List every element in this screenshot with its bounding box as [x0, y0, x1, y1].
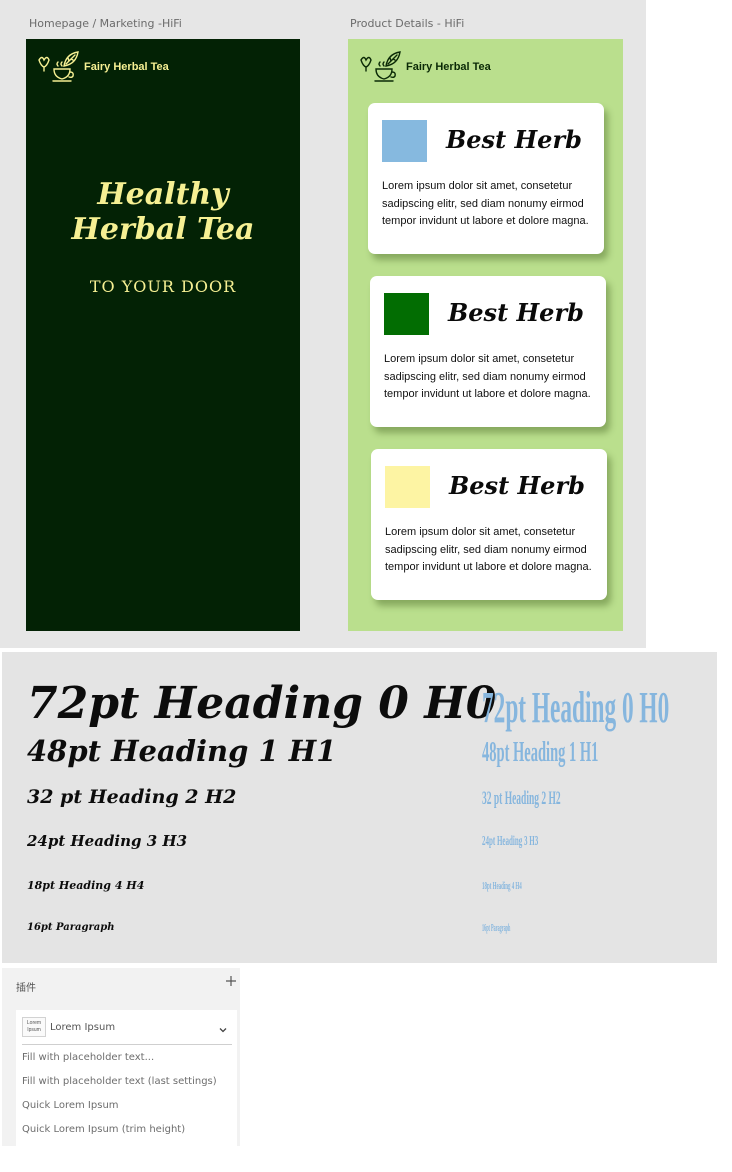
hero-headline-line1: Healthy — [97, 177, 229, 212]
plugins-panel: 插件 Lorem Ipsum Lorem Ipsum Fill with pla… — [2, 968, 240, 1146]
plugin-command-fill[interactable]: Fill with placeholder text... — [22, 1052, 154, 1063]
herb-card-description: Lorem ipsum dolor sit amet, consetetur s… — [382, 180, 589, 227]
herb-card[interactable]: Best Herb Lorem ipsum dolor sit amet, co… — [371, 449, 607, 600]
heading-h0-sample: 72pt Heading 0 H0 — [27, 678, 497, 729]
thumbnail-text-line2: Ipsum — [27, 1027, 41, 1033]
artboard-canvas: Homepage / Marketing -HiFi Product Detai… — [0, 0, 646, 648]
herb-card-title: Best Herb — [448, 298, 584, 327]
herb-card-title: Best Herb — [446, 125, 582, 154]
heading-h3-alt-sample: 24pt Heading 3 H3 — [482, 834, 539, 849]
herb-color-swatch — [384, 293, 429, 335]
herb-color-swatch — [382, 120, 427, 162]
divider — [22, 1044, 232, 1045]
plugin-command-quick-trim[interactable]: Quick Lorem Ipsum (trim height) — [22, 1124, 185, 1135]
heading-h4-alt-sample: 18pt Heading 4 H4 — [482, 880, 522, 892]
herbal-tea-cup-icon — [360, 51, 401, 82]
herb-card[interactable]: Best Herb Lorem ipsum dolor sit amet, co… — [370, 276, 606, 427]
herb-color-swatch — [385, 466, 430, 508]
lorem-ipsum-plugin-thumbnail: Lorem Ipsum — [22, 1017, 46, 1037]
herb-card-description: Lorem ipsum dolor sit amet, consetetur s… — [385, 526, 592, 573]
brand-header: Fairy Herbal Tea — [36, 51, 169, 83]
plugin-command-quick[interactable]: Quick Lorem Ipsum — [22, 1100, 119, 1111]
herbal-tea-cup-icon — [38, 51, 79, 82]
brand-header: Fairy Herbal Tea — [358, 51, 491, 83]
chevron-down-icon[interactable] — [218, 1022, 228, 1033]
heading-h2-alt-sample: 32 pt Heading 2 H2 — [482, 788, 561, 809]
herb-card[interactable]: Best Herb Lorem ipsum dolor sit amet, co… — [368, 103, 604, 254]
herb-card-title: Best Herb — [449, 471, 585, 500]
heading-h1-alt-sample: 48pt Heading 1 H1 — [482, 736, 599, 768]
brand-name: Fairy Herbal Tea — [406, 61, 491, 73]
paragraph-alt-sample: 16pt Paragraph — [482, 923, 511, 934]
heading-h2-sample: 32 pt Heading 2 H2 — [27, 786, 237, 808]
heading-h4-sample: 18pt Heading 4 H4 — [27, 879, 145, 892]
heading-h3-sample: 24pt Heading 3 H3 — [27, 832, 188, 850]
heading-h0-alt-sample: 72pt Heading 0 H0 — [482, 683, 670, 732]
plugins-panel-title: 插件 — [16, 983, 36, 994]
plus-icon[interactable] — [224, 974, 238, 988]
paragraph-sample: 16pt Paragraph — [27, 922, 115, 933]
hero-tagline: TO YOUR DOOR — [89, 277, 237, 296]
plugin-command-fill-last[interactable]: Fill with placeholder text (last setting… — [22, 1076, 217, 1087]
plugin-selector[interactable]: Lorem Ipsum Lorem Ipsum — [16, 1010, 237, 1044]
plugin-name: Lorem Ipsum — [50, 1022, 116, 1033]
brand-name: Fairy Herbal Tea — [84, 61, 169, 73]
typography-artboard[interactable]: 72pt Heading 0 H0 48pt Heading 1 H1 32 p… — [2, 652, 717, 963]
thumbnail-text-line1: Lorem — [26, 1020, 42, 1026]
hero-headline-line2: Herbal Tea — [71, 212, 255, 247]
home-board-label[interactable]: Homepage / Marketing -HiFi — [29, 17, 182, 30]
heading-h1-sample: 48pt Heading 1 H1 — [27, 734, 337, 768]
product-board-label[interactable]: Product Details - HiFi — [350, 17, 464, 30]
hero-headline: Healthy Herbal Tea — [26, 177, 300, 247]
plugin-list: Lorem Ipsum Lorem Ipsum Fill with placeh… — [16, 1010, 237, 1146]
home-artboard[interactable]: Fairy Herbal Tea Healthy Herbal Tea TO Y… — [26, 39, 300, 631]
herb-card-description: Lorem ipsum dolor sit amet, consetetur s… — [384, 353, 591, 400]
product-artboard[interactable]: Fairy Herbal Tea Best Herb Lorem ipsum d… — [348, 39, 623, 631]
